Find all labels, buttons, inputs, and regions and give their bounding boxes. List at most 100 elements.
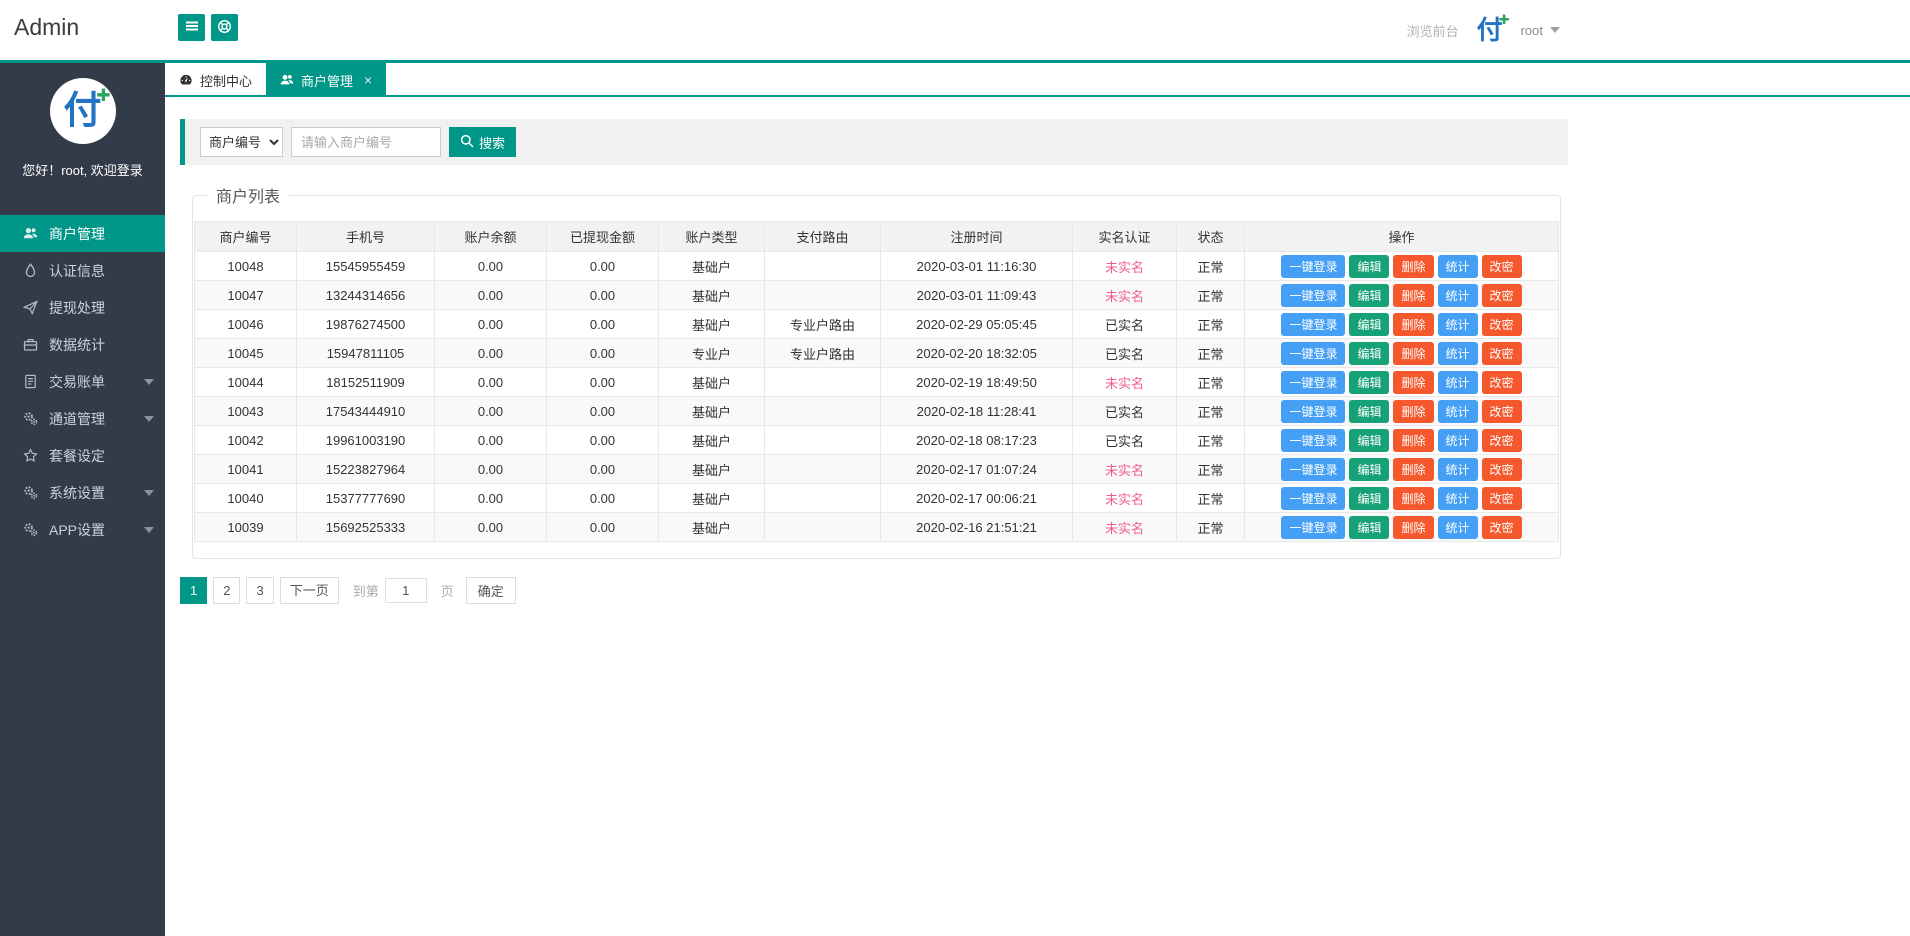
change-password-button[interactable]: 改密 [1482,429,1522,452]
sidebar-item-8[interactable]: 系统设置 [0,474,165,511]
verified-status: 未实名 [1073,281,1177,310]
stats-button[interactable]: 统计 [1438,458,1478,481]
delete-button[interactable]: 删除 [1393,284,1433,307]
delete-button[interactable]: 删除 [1393,487,1433,510]
sidebar-item-3[interactable]: 提现处理 [0,289,165,326]
sidebar-item-2[interactable]: 认证信息 [0,252,165,289]
change-password-button[interactable]: 改密 [1482,371,1522,394]
register-time: 2020-02-20 18:32:05 [881,339,1073,368]
one-key-login-button[interactable]: 一键登录 [1281,429,1345,452]
edit-button[interactable]: 编辑 [1349,342,1389,365]
one-key-login-button[interactable]: 一键登录 [1281,458,1345,481]
phone-number: 15692525333 [297,513,435,542]
edit-button[interactable]: 编辑 [1349,255,1389,278]
user-menu[interactable]: root [1521,23,1560,38]
delete-button[interactable]: 删除 [1393,371,1433,394]
edit-button[interactable]: 编辑 [1349,487,1389,510]
stats-button[interactable]: 统计 [1438,284,1478,307]
change-password-button[interactable]: 改密 [1482,342,1522,365]
greeting-text: 您好！root, 欢迎登录 [0,160,165,179]
search-field-select[interactable]: 商户编号 [200,127,283,157]
edit-button[interactable]: 编辑 [1349,400,1389,423]
sidebar-item-1[interactable]: 商户管理 [0,215,165,252]
edit-button[interactable]: 编辑 [1349,313,1389,336]
delete-button[interactable]: 删除 [1393,400,1433,423]
change-password-button[interactable]: 改密 [1482,255,1522,278]
delete-button[interactable]: 删除 [1393,516,1433,539]
merchant-id: 10048 [195,252,297,281]
users-icon [280,73,294,87]
one-key-login-button[interactable]: 一键登录 [1281,284,1345,307]
delete-button[interactable]: 删除 [1393,313,1433,336]
one-key-login-button[interactable]: 一键登录 [1281,516,1345,539]
edit-button[interactable]: 编辑 [1349,516,1389,539]
change-password-button[interactable]: 改密 [1482,487,1522,510]
change-password-button[interactable]: 改密 [1482,516,1522,539]
sidebar-item-9[interactable]: APP设置 [0,511,165,548]
account-type: 基础户 [659,484,765,513]
one-key-login-button[interactable]: 一键登录 [1281,342,1345,365]
change-password-button[interactable]: 改密 [1482,400,1522,423]
column-header: 手机号 [297,222,435,252]
tab-2[interactable]: 商户管理× [266,63,386,97]
sidebar-item-5[interactable]: 交易账单 [0,363,165,400]
delete-button[interactable]: 删除 [1393,342,1433,365]
table-row: 10046198762745000.000.00基础户专业户路由2020-02-… [195,310,1559,339]
edit-button[interactable]: 编辑 [1349,284,1389,307]
row-actions: 一键登录编辑删除统计改密 [1245,339,1559,368]
one-key-login-button[interactable]: 一键登录 [1281,487,1345,510]
table-row: 10044181525119090.000.00基础户2020-02-19 18… [195,368,1559,397]
sidebar-item-7[interactable]: 套餐设定 [0,437,165,474]
search-button[interactable]: 搜索 [449,127,516,157]
page-button-2[interactable]: 2 [213,577,240,604]
row-actions: 一键登录编辑删除统计改密 [1245,455,1559,484]
column-header: 账户余额 [435,222,547,252]
phone-number: 18152511909 [297,368,435,397]
edit-button[interactable]: 编辑 [1349,371,1389,394]
register-time: 2020-02-17 01:07:24 [881,455,1073,484]
merchant-id: 10042 [195,426,297,455]
one-key-login-button[interactable]: 一键登录 [1281,400,1345,423]
register-time: 2020-02-19 18:49:50 [881,368,1073,397]
payment-route [765,368,881,397]
browse-front-link[interactable]: 浏览前台 [1407,21,1459,40]
close-icon[interactable]: × [364,73,372,87]
stats-button[interactable]: 统计 [1438,342,1478,365]
delete-button[interactable]: 删除 [1393,255,1433,278]
stats-button[interactable]: 统计 [1438,400,1478,423]
change-password-button[interactable]: 改密 [1482,284,1522,307]
sidebar-item-4[interactable]: 数据统计 [0,326,165,363]
delete-button[interactable]: 删除 [1393,458,1433,481]
stats-button[interactable]: 统计 [1438,516,1478,539]
stats-button[interactable]: 统计 [1438,429,1478,452]
sidebar-toggle-button[interactable] [178,14,205,41]
one-key-login-button[interactable]: 一键登录 [1281,255,1345,278]
tab-1[interactable]: 控制中心 [165,63,266,97]
payment-route [765,484,881,513]
change-password-button[interactable]: 改密 [1482,458,1522,481]
stats-button[interactable]: 统计 [1438,255,1478,278]
next-page-button[interactable]: 下一页 [280,577,339,604]
column-header: 已提现金额 [547,222,659,252]
edit-button[interactable]: 编辑 [1349,458,1389,481]
stats-button[interactable]: 统计 [1438,313,1478,336]
globe-button[interactable] [211,14,238,41]
edit-button[interactable]: 编辑 [1349,429,1389,452]
column-header: 支付路由 [765,222,881,252]
stats-button[interactable]: 统计 [1438,371,1478,394]
change-password-button[interactable]: 改密 [1482,313,1522,336]
stats-button[interactable]: 统计 [1438,487,1478,510]
search-input[interactable] [291,127,441,157]
account-balance: 0.00 [435,339,547,368]
one-key-login-button[interactable]: 一键登录 [1281,371,1345,394]
status-badge: 正常 [1177,484,1245,513]
page-button-3[interactable]: 3 [246,577,273,604]
verified-status: 未实名 [1073,513,1177,542]
confirm-button[interactable]: 确定 [466,577,516,604]
one-key-login-button[interactable]: 一键登录 [1281,313,1345,336]
delete-button[interactable]: 删除 [1393,429,1433,452]
file-icon [23,374,38,389]
sidebar-item-6[interactable]: 通道管理 [0,400,165,437]
page-button-1[interactable]: 1 [180,577,207,604]
goto-page-input[interactable] [385,578,427,603]
